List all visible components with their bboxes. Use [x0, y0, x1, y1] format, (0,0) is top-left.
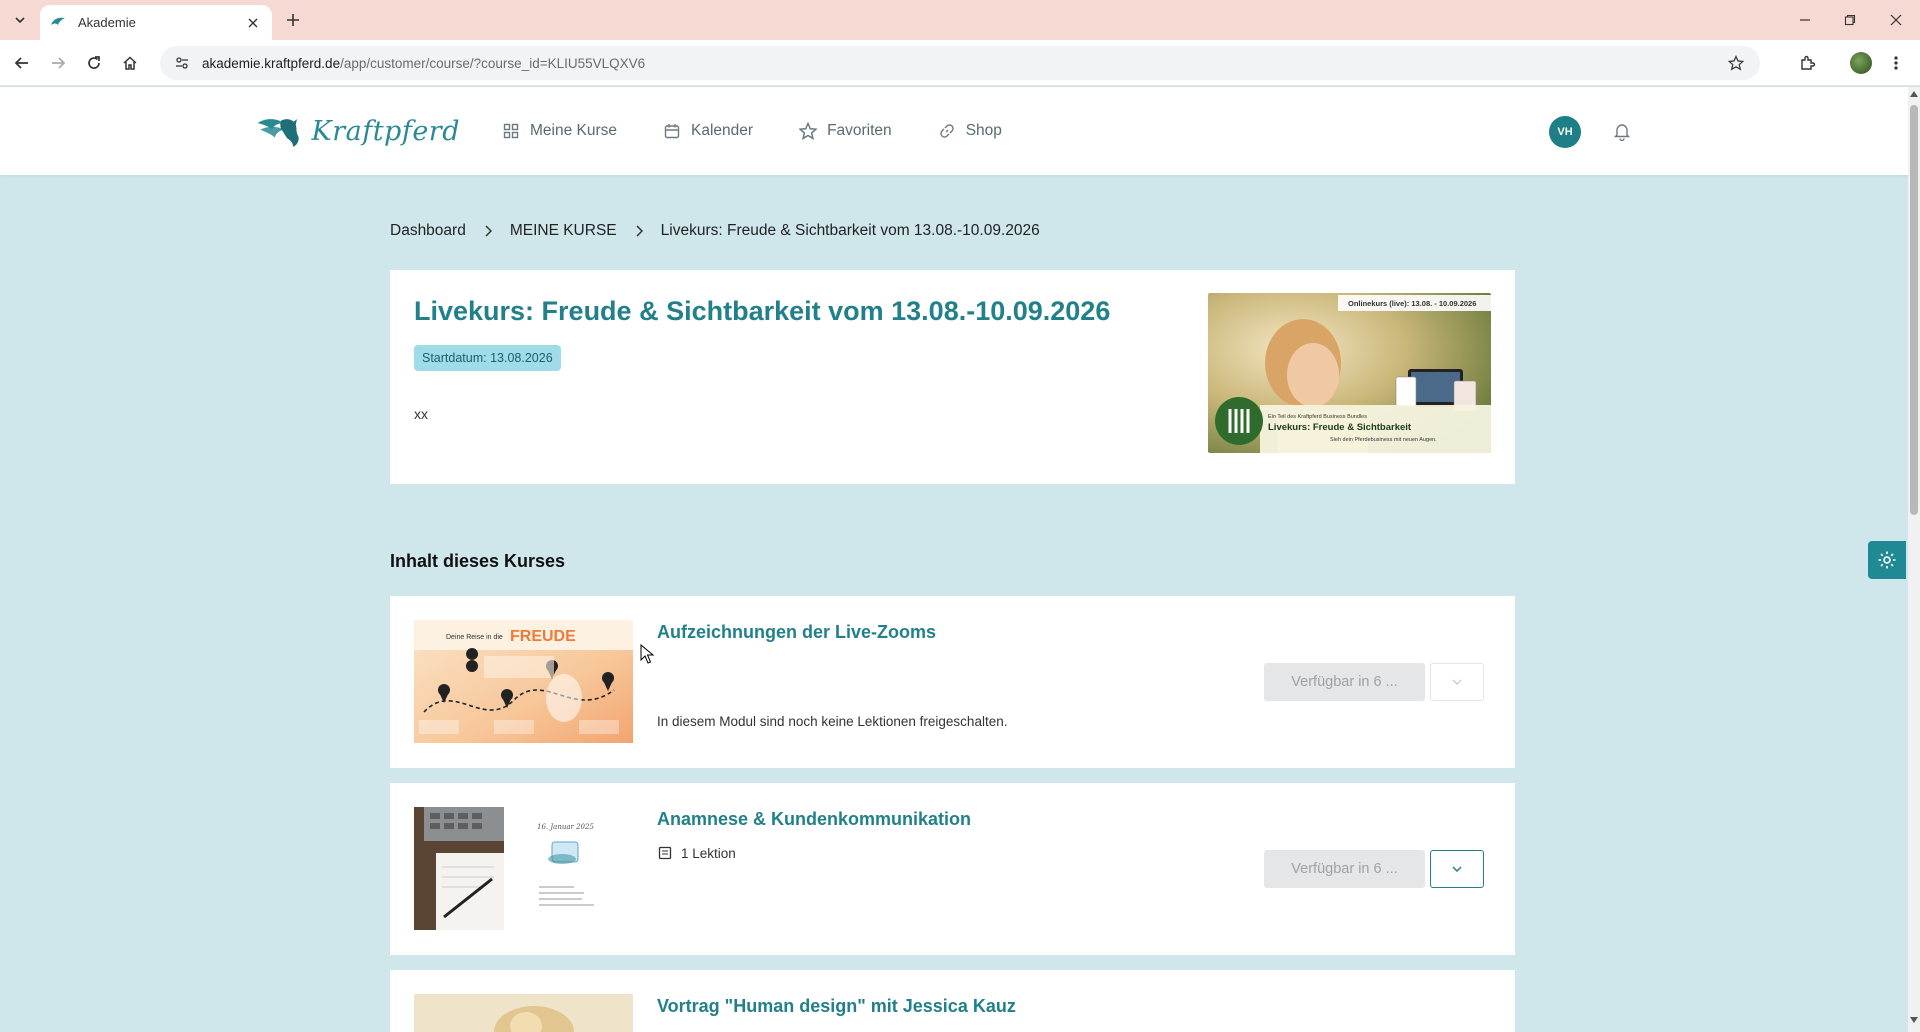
nav-label: Meine Kurse [530, 122, 618, 139]
thumb-text-a: Deine Reise in die [446, 634, 503, 641]
cover-caption-small: Ein Teil des Kraftpferd Business Bundles [1268, 414, 1367, 420]
course-hero-card: Livekurs: Freude & Sichtbarkeit vom 13.0… [390, 270, 1515, 484]
logo-wordmark: Kraftpferd [311, 115, 460, 147]
bookmark-star-icon[interactable] [1726, 53, 1746, 73]
browser-tab-active[interactable]: Akademie [40, 5, 272, 40]
home-icon[interactable] [118, 51, 142, 75]
nav-kalender[interactable]: Kalender [663, 117, 753, 145]
scroll-down-arrow-icon[interactable] [1908, 1017, 1920, 1027]
module-title[interactable]: Vortrag "Human design" mit Jessica Kauz [657, 996, 1016, 1017]
url-host: akademie.kraftpferd.de [202, 55, 341, 71]
breadcrumb-current-course: Livekurs: Freude & Sichtbarkeit vom 13.0… [660, 222, 1040, 239]
calendar-icon [663, 122, 681, 140]
module-title[interactable]: Anamnese & Kundenkommunikation [657, 809, 971, 830]
cover-caption-sub: Sieh dein Pferdebusiness mit neuen Augen… [1330, 437, 1437, 443]
chevron-down-icon [1452, 866, 1462, 872]
breadcrumb-meine-kurse[interactable]: MEINE KURSE [510, 222, 617, 240]
new-tab-plus-icon[interactable] [282, 9, 304, 31]
chevron-right-icon [484, 225, 492, 237]
module-title[interactable]: Aufzeichnungen der Live-Zooms [657, 622, 936, 643]
minimize-window-icon[interactable] [1793, 8, 1817, 32]
module-thumbnail[interactable]: 16. Januar 2025 [414, 807, 633, 930]
thumb-date: 16. Januar 2025 [537, 823, 594, 831]
forward-arrow-icon[interactable] [46, 51, 70, 75]
extensions-puzzle-icon[interactable] [1796, 51, 1820, 75]
kraftpferd-favicon-icon [50, 15, 66, 31]
cover-caption-top: Onlinekurs (live): 13.08. - 10.09.2026 [1348, 299, 1476, 308]
module-thumbnail[interactable] [414, 994, 633, 1032]
link-icon [938, 122, 956, 140]
cover-caption-title: Livekurs: Freude & Sichtbarkeit [1268, 422, 1412, 433]
close-window-icon[interactable] [1884, 8, 1908, 32]
nav-label: Favoriten [827, 122, 892, 139]
url-text: akademie.kraftpferd.de/app/customer/cour… [202, 56, 645, 71]
close-tab-icon[interactable] [244, 14, 262, 32]
settings-gear-icon[interactable] [1868, 541, 1906, 579]
available-in-button[interactable]: Verfügbar in 6 ... [1264, 663, 1425, 701]
main-nav: Meine Kurse Kalender Favoriten Shop [502, 117, 1048, 145]
grid-icon [502, 122, 520, 140]
breadcrumb-dashboard[interactable]: Dashboard [390, 222, 466, 240]
browser-tab-bar: Akademie [0, 0, 1920, 40]
nav-label: Shop [965, 122, 1002, 139]
available-in-button[interactable]: Verfügbar in 6 ... [1264, 850, 1425, 888]
lesson-count: 1 Lektion [657, 845, 736, 861]
course-cover-image: Onlinekurs (live): 13.08. - 10.09.2026 E… [1208, 293, 1491, 453]
module-card-aufzeichnungen: Deine Reise in die FREUDE Aufzeichnungen… [390, 596, 1515, 768]
site-header: Kraftpferd Meine Kurse Kalender Favorite… [0, 87, 1908, 175]
tab-title: Akademie [78, 15, 136, 30]
nav-label: Kalender [691, 122, 754, 139]
module-no-lessons-note: In diesem Modul sind noch keine Lektione… [657, 714, 1008, 729]
section-title-course-content: Inhalt dieses Kurses [390, 551, 566, 571]
expand-module-button[interactable] [1430, 850, 1484, 888]
module-card-anamnese: 16. Januar 2025 Anamnese & Kundenkommuni… [390, 783, 1515, 955]
module-card-human-design: Vortrag "Human design" mit Jessica Kauz [390, 970, 1515, 1032]
url-path: /app/customer/course/?course_id=KLIU55VL… [340, 55, 646, 71]
tab-search-chevron-icon[interactable] [10, 10, 30, 30]
scroll-up-arrow-icon[interactable] [1908, 91, 1920, 101]
kraftpferd-logo[interactable]: Kraftpferd [255, 105, 460, 157]
nav-meine-kurse[interactable]: Meine Kurse [502, 117, 617, 145]
address-bar[interactable]: akademie.kraftpferd.de/app/customer/cour… [160, 46, 1760, 80]
mouse-cursor-icon [640, 644, 654, 664]
book-icon [657, 845, 673, 861]
breadcrumb: Dashboard MEINE KURSE Livekurs: Freude &… [390, 222, 1040, 240]
reload-icon[interactable] [82, 51, 106, 75]
nav-shop[interactable]: Shop [938, 117, 1002, 145]
chevron-down-icon [1452, 679, 1462, 685]
course-description: xx [414, 406, 428, 422]
browser-profile-avatar[interactable] [1850, 52, 1872, 74]
module-thumbnail[interactable]: Deine Reise in die FREUDE [414, 620, 633, 743]
lesson-count-text: 1 Lektion [681, 845, 736, 861]
star-icon [799, 122, 818, 140]
restore-window-icon[interactable] [1838, 8, 1862, 32]
notification-bell-icon[interactable] [1610, 119, 1634, 143]
scrollbar-thumb[interactable] [1910, 105, 1918, 515]
chevron-right-icon [635, 225, 643, 237]
site-info-tune-icon[interactable] [172, 53, 192, 73]
browser-toolbar: akademie.kraftpferd.de/app/customer/cour… [0, 40, 1920, 86]
thumb-text-b: FREUDE [510, 628, 576, 645]
back-arrow-icon[interactable] [10, 51, 34, 75]
expand-module-button[interactable] [1430, 663, 1484, 701]
start-date-badge: Startdatum: 13.08.2026 [414, 345, 561, 371]
user-avatar[interactable]: VH [1549, 116, 1581, 148]
course-title: Livekurs: Freude & Sichtbarkeit vom 13.0… [414, 296, 1111, 326]
horse-wings-logo-icon [257, 119, 299, 147]
browser-menu-kebab-icon[interactable] [1886, 51, 1906, 75]
page-scrollbar[interactable] [1908, 87, 1920, 1032]
nav-favoriten[interactable]: Favoriten [799, 117, 892, 145]
